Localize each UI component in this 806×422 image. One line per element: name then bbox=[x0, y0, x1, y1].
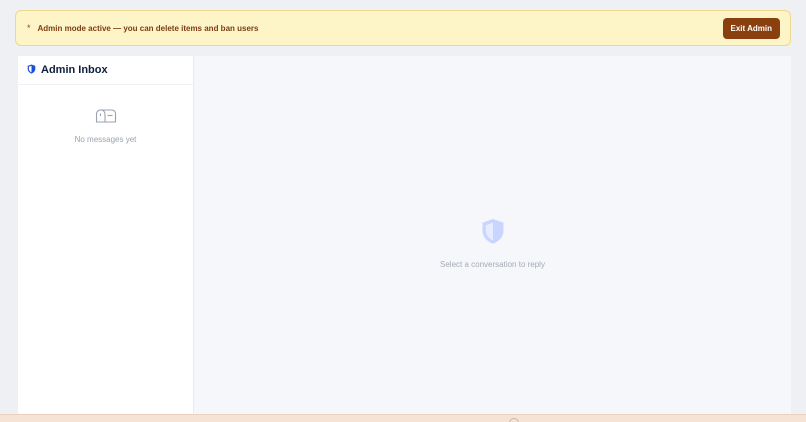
circle-icon bbox=[509, 418, 519, 422]
sidebar-header: Admin Inbox bbox=[18, 56, 193, 85]
banner-message: * Admin mode active — you can delete ite… bbox=[27, 22, 259, 33]
bottom-bar bbox=[0, 414, 806, 422]
admin-mode-banner: * Admin mode active — you can delete ite… bbox=[15, 10, 791, 46]
empty-inbox-state: No messages yet bbox=[18, 108, 193, 144]
no-conversation-state: Select a conversation to reply bbox=[194, 218, 791, 269]
sidebar-title: Admin Inbox bbox=[41, 64, 108, 76]
empty-inbox-text: No messages yet bbox=[74, 135, 137, 144]
conversation-panel: Select a conversation to reply bbox=[194, 56, 791, 416]
admin-inbox-sidebar: Admin Inbox No messages yet bbox=[18, 56, 194, 416]
shield-icon bbox=[27, 61, 36, 79]
banner-text: Admin mode active — you can delete items… bbox=[37, 23, 259, 33]
mailbox-icon bbox=[95, 108, 117, 129]
select-conversation-text: Select a conversation to reply bbox=[440, 260, 545, 269]
asterisk-icon: * bbox=[27, 22, 31, 33]
shield-icon bbox=[481, 218, 505, 250]
exit-admin-button[interactable]: Exit Admin bbox=[722, 17, 780, 39]
